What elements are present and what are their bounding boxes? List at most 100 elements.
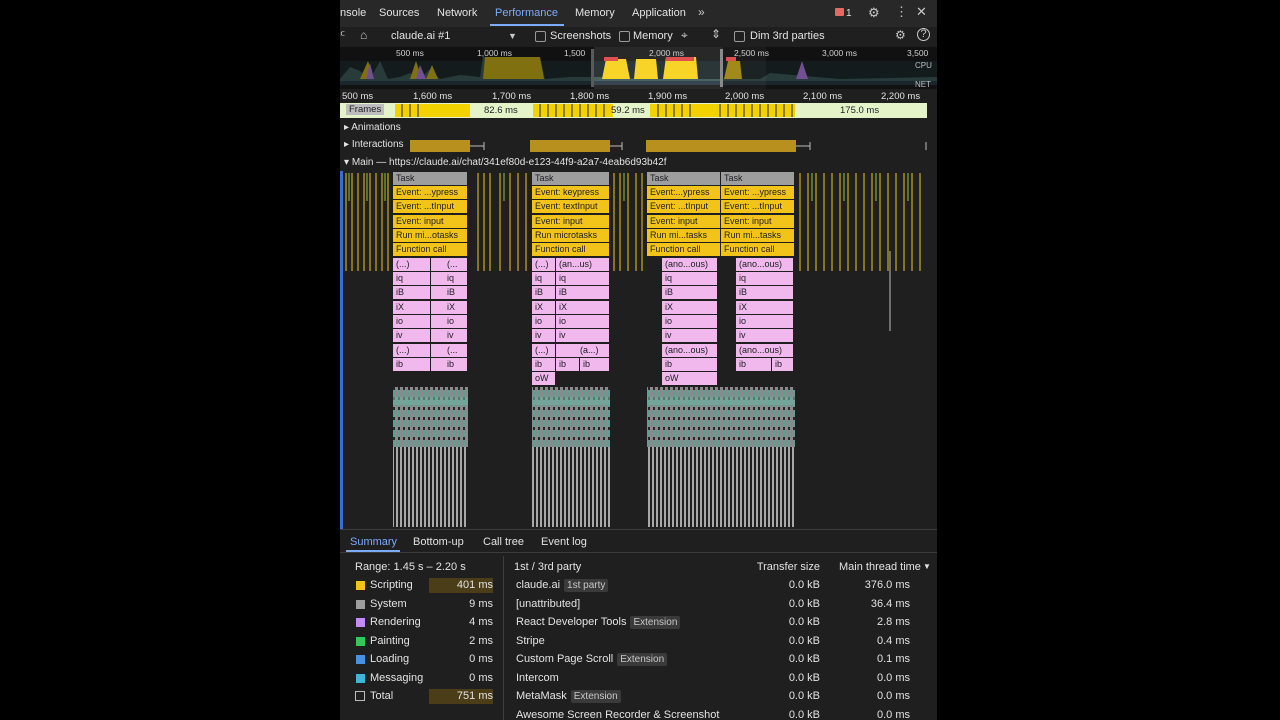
tab-event-log[interactable]: Event log — [541, 536, 587, 548]
flame-call[interactable]: io — [736, 315, 794, 328]
flame-event[interactable]: Event: ...tInput — [647, 200, 721, 213]
flame-event[interactable]: Event: ...ypress — [721, 186, 795, 199]
flame-call[interactable]: (...) — [393, 258, 431, 271]
flame-call[interactable]: iv — [393, 329, 431, 342]
flame-call[interactable]: iX — [736, 301, 794, 314]
flame-call[interactable]: (ano...ous) — [736, 258, 794, 271]
chevrons-right-icon[interactable]: » — [698, 5, 705, 19]
flame-event[interactable]: Event: input — [721, 215, 795, 228]
flame-call[interactable]: iv — [662, 329, 718, 342]
flame-event[interactable]: Function call — [721, 243, 795, 256]
flame-call[interactable]: ib — [556, 358, 580, 371]
flame-event[interactable]: Function call — [393, 243, 468, 256]
flame-event[interactable]: Run microtasks — [532, 229, 610, 242]
col-header-main-thread[interactable]: Main thread time — [839, 561, 921, 573]
flame-call[interactable]: (...) — [393, 344, 431, 357]
memory-checkbox[interactable] — [619, 31, 630, 42]
flame-call[interactable]: iq — [556, 272, 610, 285]
flame-call[interactable]: iX — [393, 301, 431, 314]
capture-settings-icon[interactable]: ⚙ — [895, 28, 906, 42]
interactions-bars[interactable] — [340, 139, 937, 153]
flame-task[interactable]: Task — [393, 172, 468, 185]
flame-call[interactable]: iv — [556, 329, 610, 342]
flame-call[interactable]: ib — [736, 358, 772, 371]
flame-call[interactable]: (ano...ous) — [736, 344, 794, 357]
flame-event[interactable]: Run mi...tasks — [721, 229, 795, 242]
tab-sources[interactable]: Sources — [379, 7, 419, 19]
flame-call[interactable]: iB — [662, 286, 718, 299]
flame-call[interactable]: iB — [431, 286, 468, 299]
flame-call[interactable]: io — [393, 315, 431, 328]
chevron-down-icon[interactable]: ▼ — [508, 31, 517, 41]
collapse-tracks-icon[interactable]: ⇕ — [711, 27, 721, 41]
tab-application[interactable]: Application — [632, 7, 686, 19]
col-header-transfer[interactable]: Transfer size — [720, 561, 820, 573]
flame-call[interactable]: iq — [736, 272, 794, 285]
flame-call[interactable]: iq — [393, 272, 431, 285]
flame-task[interactable]: Task — [647, 172, 721, 185]
flame-task[interactable]: Task — [532, 172, 610, 185]
frames-track[interactable]: Frames 82.6 ms 59.2 ms 175.0 ms — [340, 103, 927, 118]
help-icon[interactable]: ? — [917, 28, 930, 41]
flame-task[interactable]: Task — [721, 172, 795, 185]
flame-call[interactable]: iB — [532, 286, 556, 299]
flame-event[interactable]: Run mi...tasks — [647, 229, 721, 242]
issues-icon[interactable] — [835, 8, 844, 16]
flame-call[interactable]: ib — [431, 358, 468, 371]
close-icon[interactable]: ✕ — [916, 4, 927, 20]
home-icon[interactable]: ⌂ — [360, 28, 367, 42]
flame-call[interactable]: io — [431, 315, 468, 328]
flame-call[interactable]: iB — [736, 286, 794, 299]
animations-track-toggle[interactable]: ▸ Animations — [344, 122, 401, 133]
flame-call[interactable]: oW — [662, 372, 718, 385]
flame-event[interactable]: Event: ...tInput — [721, 200, 795, 213]
flame-call[interactable]: iX — [556, 301, 610, 314]
flame-call[interactable]: ib — [393, 358, 431, 371]
flame-call[interactable]: (an...us) — [556, 258, 610, 271]
main-track-toggle[interactable]: ▾ Main — https://claude.ai/chat/341ef80d… — [344, 157, 667, 168]
flame-call[interactable]: (...) — [532, 258, 556, 271]
flame-call[interactable]: iq — [431, 272, 468, 285]
flame-event[interactable]: Event: input — [647, 215, 721, 228]
flame-call[interactable]: iv — [431, 329, 468, 342]
issues-count[interactable]: 1 — [846, 8, 852, 19]
flame-call[interactable]: ib — [580, 358, 610, 371]
flame-call[interactable]: iq — [532, 272, 556, 285]
flame-call[interactable]: iX — [662, 301, 718, 314]
flame-event[interactable]: Event: input — [393, 215, 468, 228]
flame-call[interactable]: iX — [532, 301, 556, 314]
flame-call[interactable]: ib — [772, 358, 794, 371]
flame-call[interactable]: io — [662, 315, 718, 328]
tab-network[interactable]: Network — [437, 7, 477, 19]
flame-call[interactable]: (a...) — [556, 344, 610, 357]
flame-call[interactable]: ib — [532, 358, 556, 371]
flame-call[interactable]: oW — [532, 372, 556, 385]
flame-call[interactable]: iB — [556, 286, 610, 299]
screenshots-checkbox[interactable] — [535, 31, 546, 42]
flame-event[interactable]: Event: input — [532, 215, 610, 228]
flame-chart[interactable]: Frames 82.6 ms 59.2 ms 175.0 ms ▸ Animat… — [340, 103, 937, 531]
flame-event[interactable]: Function call — [532, 243, 610, 256]
flame-event[interactable]: Event: keypress — [532, 186, 610, 199]
dim-3rd-parties-checkbox[interactable] — [734, 31, 745, 42]
flame-event[interactable]: Event: ...ypress — [393, 186, 468, 199]
tab-memory[interactable]: Memory — [575, 7, 615, 19]
flame-event[interactable]: Function call — [647, 243, 721, 256]
timeline-overview[interactable]: 500 ms 1,000 ms 1,500 2,000 ms 2,500 ms … — [340, 47, 937, 90]
col-header-party[interactable]: 1st / 3rd party — [514, 561, 581, 573]
flame-call[interactable]: (...) — [532, 344, 556, 357]
broom-icon[interactable]: ⌖ — [681, 28, 688, 43]
flame-event[interactable]: Event: ...tInput — [393, 200, 468, 213]
flame-call[interactable]: (... — [431, 344, 468, 357]
tab-call-tree[interactable]: Call tree — [483, 536, 524, 548]
tab-console[interactable]: nsole — [340, 7, 366, 19]
flame-call[interactable]: io — [556, 315, 610, 328]
flame-call[interactable]: (ano...ous) — [662, 258, 718, 271]
flame-call[interactable]: iX — [431, 301, 468, 314]
flame-call[interactable]: iB — [393, 286, 431, 299]
flame-call[interactable]: (ano...ous) — [662, 344, 718, 357]
flame-event[interactable]: Event:...ypress — [647, 186, 721, 199]
flame-event[interactable]: Run mi...otasks — [393, 229, 468, 242]
gear-icon[interactable]: ⚙ — [868, 5, 880, 21]
target-select[interactable]: claude.ai #1 — [391, 30, 450, 42]
